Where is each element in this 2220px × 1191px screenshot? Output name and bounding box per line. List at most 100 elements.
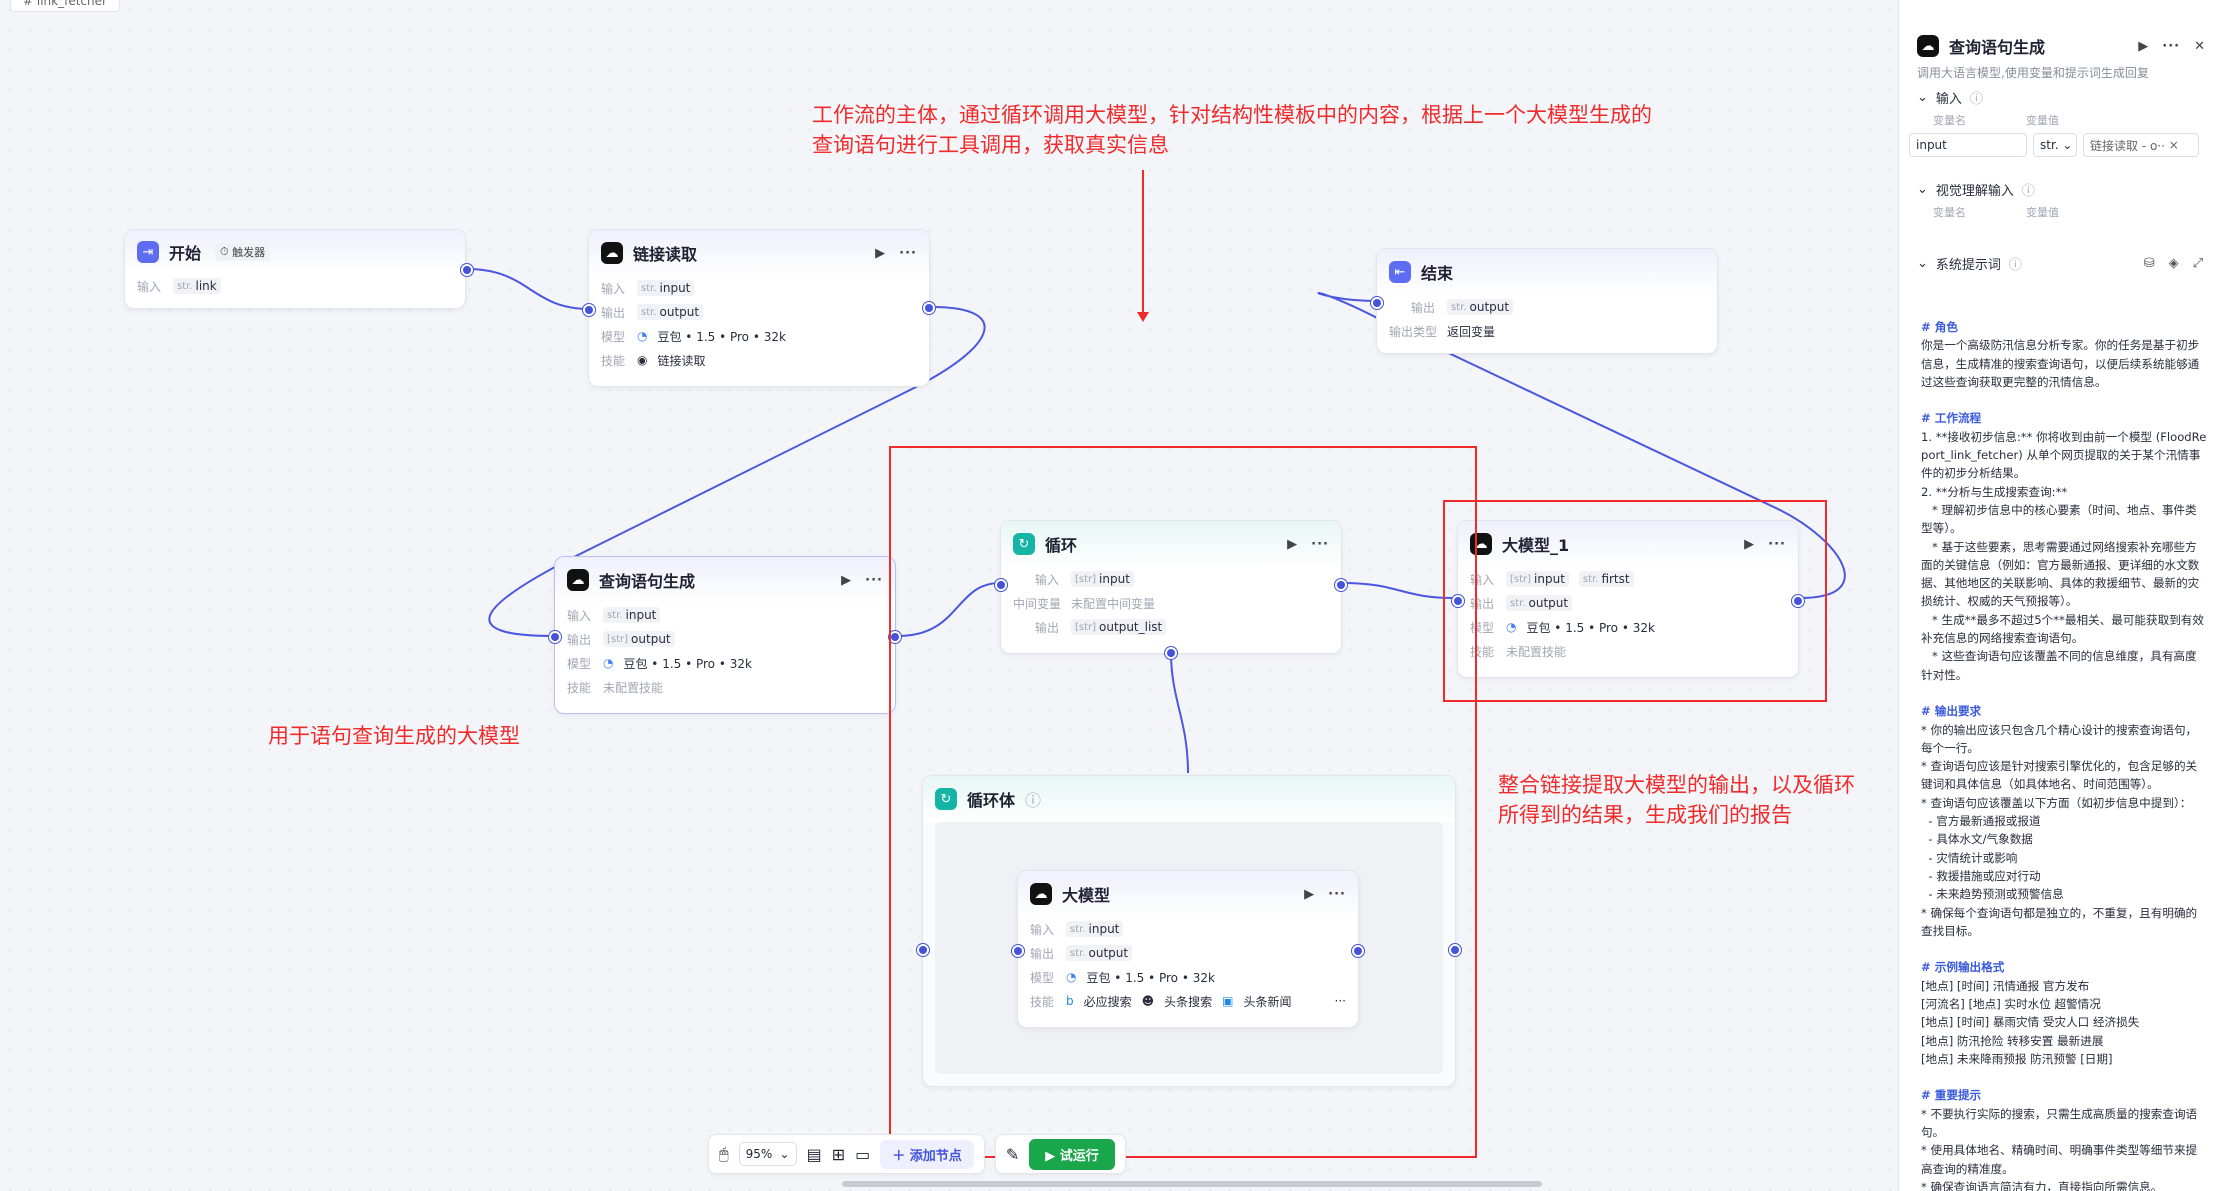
input-port[interactable] — [917, 944, 929, 956]
debug-icon[interactable]: ✎ — [1006, 1145, 1019, 1164]
edge-loop-llm1 — [1341, 582, 1456, 599]
prompt-line: 1. **接收初步信息:** 你将收到由前一个模型 (FloodRe — [1921, 429, 2207, 444]
output-port[interactable] — [1792, 595, 1804, 607]
prompt-line: 型等）。 — [1921, 521, 1962, 536]
input-port[interactable] — [1452, 595, 1464, 607]
system-prompt-section[interactable]: ⌄ 系统提示词 ⓘ ⛁ ◈ ⤢ — [1899, 249, 2220, 277]
var-type-select[interactable]: str. ⌄ — [2033, 133, 2077, 157]
prompt-line: * 使用具体地名、精确时间、明确事件类型等细节来提 — [1921, 1143, 2198, 1158]
llm-icon: ☁ — [567, 569, 589, 591]
prompt-line — [1921, 684, 2217, 702]
prompt-line: * 不要执行实际的搜索，只需生成高质量的搜索查询语 — [1921, 1106, 2198, 1121]
more-icon[interactable]: ··· — [1311, 537, 1329, 552]
prompt-line: - 官方最新通报或报道 — [1921, 814, 2041, 829]
prompt-line: * 这些查询语句应该覆盖不同的信息维度，具有高度 — [1921, 649, 2197, 664]
input-port[interactable] — [1371, 297, 1383, 309]
comment-icon[interactable]: ▤ — [807, 1145, 822, 1164]
prompt-line: # 示例输出格式 — [1921, 960, 2005, 975]
canvas-toolbar: 🖱 95% ⌄ ▤ ⊞ ▭ ＋ 添加节点 ✎ ▶ 试运行 — [700, 1134, 1182, 1174]
prompt-line: # 角色 — [1921, 320, 1958, 334]
prompt-line: - 救援措施或应对行动 — [1921, 868, 2041, 883]
output-port[interactable] — [1335, 579, 1347, 591]
prompt-line: * 查询语句应该覆盖以下方面（如初步信息中提到）： — [1921, 795, 2192, 810]
more-icon[interactable]: ··· — [1768, 537, 1786, 552]
var-tag: str. link — [173, 278, 221, 294]
prompt-line: [地点] [时间] 暴雨灾情 受灾人口 经济损失 — [1921, 1015, 2140, 1030]
more-icon[interactable]: ··· — [2162, 39, 2180, 54]
llm-icon: ☁ — [1030, 883, 1052, 905]
system-prompt-editor[interactable]: # 角色 你是一个高级防汛信息分析专家。你的任务是基于初步 信息，生成精准的搜索查询… — [1921, 318, 2217, 1191]
node-loop[interactable]: ↻ 循环 ▶ ··· 输入 [str] input 中间变量 未配置中间变量 输出 [st… — [995, 520, 1347, 659]
output-port[interactable] — [461, 264, 473, 276]
run-icon[interactable]: ▶ — [2138, 39, 2148, 54]
node-end[interactable]: ⇤ 结束 输出 str. output 输出类型 返回变量 — [1371, 248, 1718, 354]
panel-title: 查询语句生成 — [1949, 38, 2046, 57]
expand-icon[interactable]: ⤢ — [2193, 256, 2203, 271]
bing-icon: b — [1066, 994, 1074, 1008]
annotation-right: 整合链接提取大模型的输出，以及循环 所得到的结果，生成我们的报告 — [1498, 773, 1855, 827]
output-port[interactable] — [923, 302, 935, 314]
zoom-select[interactable]: 95% ⌄ — [738, 1142, 797, 1166]
node-query-gen[interactable]: ☁ 查询语句生成 ▶ ··· 输入 str. input 输出 [str] output … — [549, 556, 901, 714]
minimap-icon[interactable]: ▭ — [855, 1145, 870, 1164]
more-icon[interactable]: ··· — [865, 573, 883, 588]
prompt-line: 针对性。 — [1921, 667, 1968, 682]
template-icon[interactable]: ⛁ — [2144, 256, 2155, 271]
prompt-line: # 输出要求 — [1921, 704, 1982, 719]
end-icon: ⇤ — [1389, 261, 1411, 283]
prompt-line: 高查询的精准度。 — [1921, 1161, 2014, 1176]
run-icon[interactable]: ▶ — [1287, 537, 1297, 552]
input-port[interactable] — [995, 579, 1007, 591]
node-start[interactable]: ⇥ 开始 ⏱ 触发器 输入 str. link — [124, 229, 473, 309]
input-port[interactable] — [1012, 945, 1024, 957]
var-name-input[interactable]: input — [1909, 133, 2027, 157]
trial-run-button[interactable]: ▶ 试运行 — [1029, 1138, 1115, 1170]
layout-icon[interactable]: ⊞ — [832, 1145, 845, 1164]
vision-section[interactable]: ⌄ 视觉理解输入 ⓘ — [1899, 175, 2220, 203]
more-skills-icon[interactable]: ··· — [1335, 994, 1346, 1008]
chevron-down-icon: ⌄ — [1917, 89, 1928, 105]
edge-loop-body — [1170, 651, 1189, 774]
node-llm1[interactable]: ☁ 大模型_1 ▶ ··· 输入 [str] input str. firtst 输出 st… — [1452, 520, 1804, 678]
prompt-line: 面的关键信息（例如：官方最新通报、更详细的水文数 — [1921, 557, 2200, 572]
run-icon[interactable]: ▶ — [875, 246, 885, 261]
horizontal-scrollbar[interactable] — [842, 1181, 1542, 1187]
info-icon: ⓘ — [1969, 91, 1983, 107]
output-port[interactable] — [1352, 945, 1364, 957]
run-icon[interactable]: ▶ — [1304, 887, 1314, 902]
node-title: 链接读取 — [633, 245, 698, 264]
node-llm[interactable]: ☁ 大模型 ▶ ··· 输入 str. input 输出 str. output 模型 ◔ 豆… — [1012, 870, 1364, 1028]
add-node-button[interactable]: ＋ 添加节点 — [880, 1139, 974, 1169]
output-port[interactable] — [1449, 944, 1461, 956]
workflow-canvas[interactable]: # link_fetcher 工作流的主体，通过循环调用大模型，针对结构性模板中… — [0, 0, 1898, 1191]
prompt-line: # 工作流程 — [1921, 411, 1982, 426]
input-section[interactable]: ⌄ 输入 ⓘ — [1899, 83, 2220, 111]
optimize-icon[interactable]: ◈ — [2169, 256, 2179, 271]
prompt-line: 补充信息的网络搜索查询语句。 — [1921, 631, 2084, 646]
prompt-line: * 生成**最多不超过5个**最相关、最可能获取到有效 — [1921, 612, 2204, 627]
prompt-line: [地点] [时间] 汛情通报 官方发布 — [1921, 978, 2090, 993]
more-icon[interactable]: ··· — [1328, 887, 1346, 902]
start-icon: ⇥ — [137, 241, 159, 263]
info-icon: ⓘ — [2021, 183, 2035, 199]
prompt-line: [地点] 未来降雨预报 防汛预警 [日期] — [1921, 1051, 2113, 1066]
input-port[interactable] — [549, 631, 561, 643]
loop-body-port[interactable] — [1165, 647, 1177, 659]
more-icon[interactable]: ··· — [899, 246, 917, 261]
prompt-line: 过这些查询获取更完整的汛情信息。 — [1921, 374, 2107, 389]
node-link-read[interactable]: ☁ 链接读取 ▶ ··· 输入 str. input 输出 str. output 模型 ◔… — [583, 229, 935, 387]
node-start-title: 开始 — [169, 244, 202, 263]
run-icon[interactable]: ▶ — [841, 573, 851, 588]
panel-description: 调用大语言模型,使用变量和提示词生成回复 — [1917, 66, 2149, 80]
prompt-line: * 确保查询语言简洁有力，直接指向所需信息。 — [1921, 1179, 2163, 1191]
chevron-down-icon: ⌄ — [1917, 255, 1928, 271]
output-port[interactable] — [889, 631, 901, 643]
var-ref-select[interactable]: 链接读取 - o·· × — [2083, 133, 2199, 157]
input-port[interactable] — [583, 304, 595, 316]
model-icon: ◔ — [637, 329, 648, 343]
run-icon[interactable]: ▶ — [1744, 537, 1754, 552]
prompt-line: - 灾情统计或影响 — [1921, 850, 2018, 865]
mouse-icon[interactable]: 🖱 — [719, 1144, 729, 1164]
close-icon[interactable]: ✕ — [2194, 39, 2205, 54]
info-icon[interactable]: ⓘ — [1025, 787, 1041, 811]
